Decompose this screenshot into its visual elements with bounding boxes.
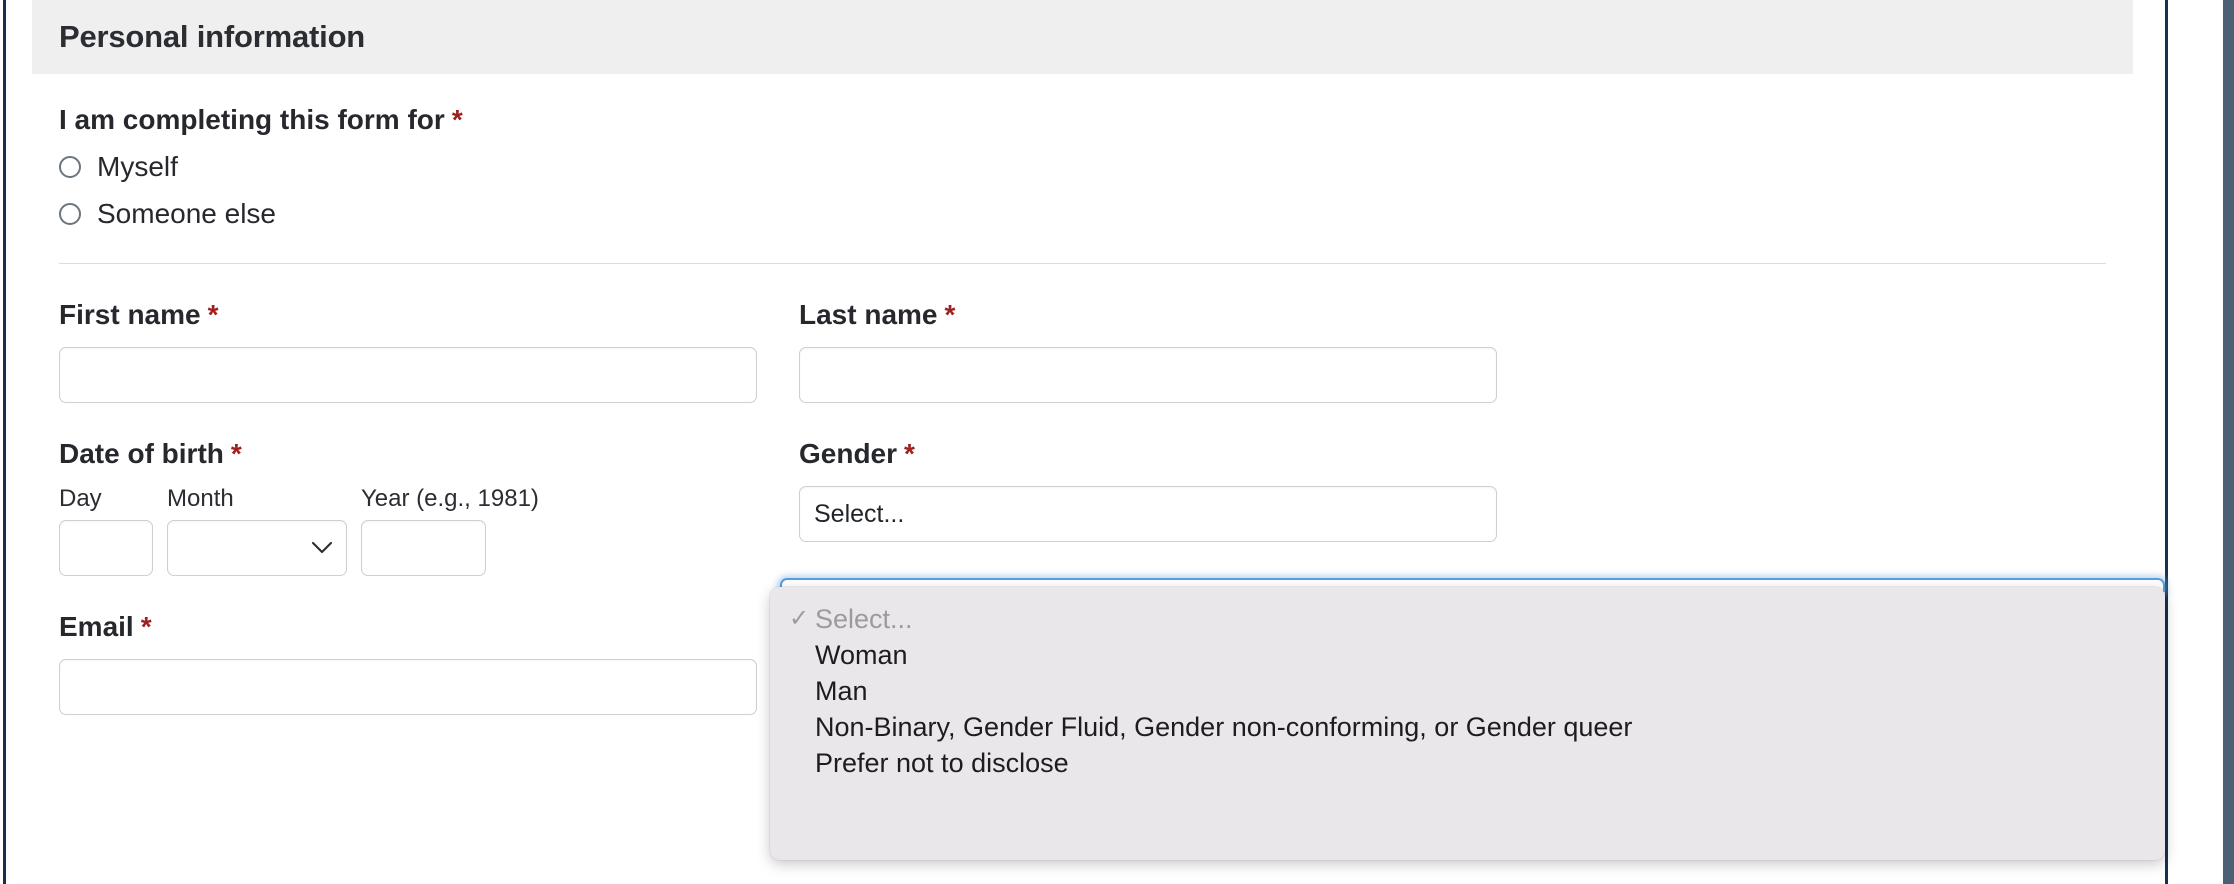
name-row: First name * Last name * xyxy=(59,299,2106,403)
first-name-label: First name * xyxy=(59,299,757,331)
first-name-input[interactable] xyxy=(59,346,757,403)
date-of-birth-field: Date of birth * Day Month Year (e.g., 19… xyxy=(59,437,757,576)
gender-select-wrap: Select... xyxy=(799,485,1497,542)
dob-month-cell: Month xyxy=(167,484,347,576)
card-header: Personal information xyxy=(32,0,2133,74)
radio-unchecked-icon[interactable] xyxy=(59,203,81,225)
last-name-field: Last name * xyxy=(799,299,1497,403)
last-name-input[interactable] xyxy=(799,346,1497,403)
gender-field: Gender * Select... xyxy=(799,437,1497,576)
gender-select[interactable]: Select... xyxy=(799,485,1497,542)
first-name-label-text: First name xyxy=(59,299,201,330)
window-right-rail xyxy=(2223,0,2234,884)
email-field: Email * xyxy=(59,610,757,715)
dob-day-cell: Day xyxy=(59,484,153,576)
gender-option-man[interactable]: ✓ Man xyxy=(770,673,2165,709)
date-of-birth-label-text: Date of birth xyxy=(59,437,224,469)
gender-option-select[interactable]: ✓ Select... xyxy=(770,601,2165,637)
radio-option-myself[interactable]: Myself xyxy=(59,151,2106,183)
first-name-required-marker: * xyxy=(207,299,219,330)
gender-option-non-binary-label: Non-Binary, Gender Fluid, Gender non-con… xyxy=(815,711,1633,742)
dob-year-input[interactable] xyxy=(361,519,486,576)
dob-day-label: Day xyxy=(59,484,102,512)
radio-option-myself-label: Myself xyxy=(97,151,178,182)
completing-for-label-text: I am completing this form for xyxy=(59,104,445,135)
dob-month-select-wrap xyxy=(167,519,347,576)
page-viewport: Personal information I am completing thi… xyxy=(0,0,2234,884)
radio-option-someone-else-label: Someone else xyxy=(97,198,277,229)
check-icon-placeholder: ✓ xyxy=(789,751,815,775)
check-icon: ✓ xyxy=(789,605,810,632)
page-left-border xyxy=(3,0,6,884)
check-icon-placeholder: ✓ xyxy=(789,643,815,667)
email-required-marker: * xyxy=(140,610,152,642)
page-right-border xyxy=(2165,0,2168,884)
gender-required-marker: * xyxy=(904,437,915,469)
gender-option-man-label: Man xyxy=(815,675,868,706)
last-name-label: Last name * xyxy=(799,299,1497,331)
completing-for-required-marker: * xyxy=(451,104,463,135)
check-icon-placeholder: ✓ xyxy=(789,679,815,703)
gender-label-text: Gender xyxy=(799,437,898,469)
date-of-birth-required-marker: * xyxy=(230,437,242,469)
date-of-birth-inputs: Day Month Year (e.g., 1981) xyxy=(59,484,757,576)
gender-option-woman[interactable]: ✓ Woman xyxy=(770,637,2165,673)
section-divider xyxy=(59,263,2106,264)
dob-year-label: Year (e.g., 1981) xyxy=(361,484,539,512)
gender-option-prefer-not-to-disclose-label: Prefer not to disclose xyxy=(815,747,1069,778)
completing-for-group: I am completing this form for * Myself So… xyxy=(59,74,2106,230)
last-name-required-marker: * xyxy=(944,299,956,330)
email-input[interactable] xyxy=(59,658,757,715)
gender-dropdown-menu[interactable]: ✓ Select... ✓ Woman ✓ Man ✓ Non-Binary, … xyxy=(770,587,2165,860)
email-label: Email * xyxy=(59,610,757,643)
date-of-birth-label: Date of birth * xyxy=(59,437,757,470)
gender-label: Gender * xyxy=(799,437,1497,470)
dob-month-label: Month xyxy=(167,484,234,512)
email-label-text: Email xyxy=(59,610,134,642)
dob-year-cell: Year (e.g., 1981) xyxy=(361,484,539,576)
dob-month-select[interactable] xyxy=(167,519,347,576)
page-title: Personal information xyxy=(59,19,366,54)
gender-option-prefer-not-to-disclose[interactable]: ✓ Prefer not to disclose xyxy=(770,745,2165,781)
dob-gender-row: Date of birth * Day Month Year (e.g., 19… xyxy=(59,437,2106,576)
check-icon-placeholder: ✓ xyxy=(789,715,815,739)
dob-day-input[interactable] xyxy=(59,519,153,576)
radio-option-someone-else[interactable]: Someone else xyxy=(59,198,2106,230)
gender-option-non-binary[interactable]: ✓ Non-Binary, Gender Fluid, Gender non-c… xyxy=(770,709,2165,745)
gender-option-woman-label: Woman xyxy=(815,639,908,670)
gender-option-select-label: Select... xyxy=(815,603,913,634)
completing-for-label: I am completing this form for * xyxy=(59,104,2106,136)
radio-unchecked-icon[interactable] xyxy=(59,156,81,178)
last-name-label-text: Last name xyxy=(799,299,938,330)
first-name-field: First name * xyxy=(59,299,757,403)
